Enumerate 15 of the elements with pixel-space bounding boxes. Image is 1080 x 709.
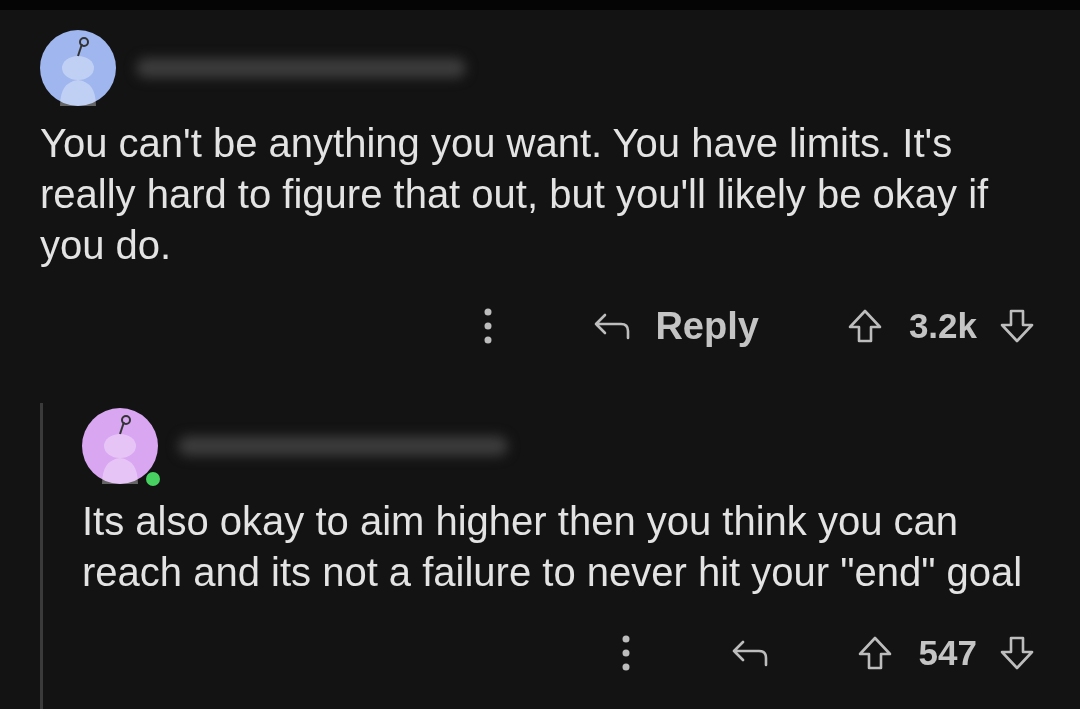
- reply-button[interactable]: Reply: [655, 304, 759, 348]
- downvote-icon[interactable]: [999, 635, 1035, 671]
- avatar-icon[interactable]: [82, 408, 158, 484]
- vote-count: 3.2k: [908, 306, 977, 346]
- comment-text: You can't be anything you want. You have limits. It's really hard to figure that out, but you'll likely be okay if you do.: [40, 120, 990, 269]
- upvote-icon[interactable]: [846, 308, 883, 344]
- more-options-icon[interactable]: [620, 635, 631, 671]
- reply-icon[interactable]: [593, 311, 632, 341]
- avatar-icon[interactable]: [40, 30, 116, 106]
- reply-icon[interactable]: [730, 638, 769, 668]
- vote-count: 547: [918, 633, 977, 673]
- downvote-icon[interactable]: [999, 308, 1035, 344]
- upvote-icon[interactable]: [856, 635, 893, 671]
- comment-text: Its also okay to aim higher then you think you can reach and its not a failure to never hit your "end" goal: [82, 498, 1024, 596]
- more-options-icon[interactable]: [483, 308, 494, 344]
